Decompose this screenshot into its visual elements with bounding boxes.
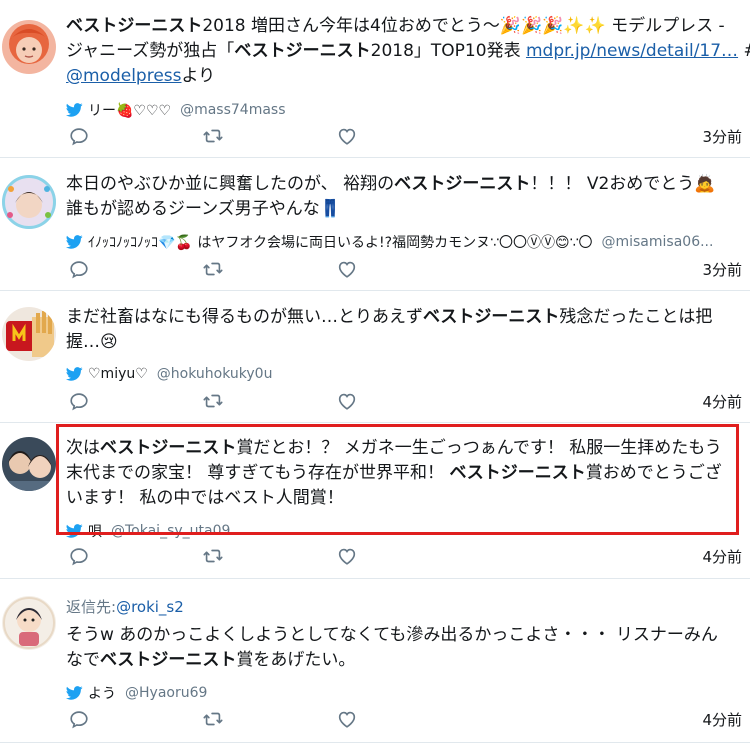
tweet-text-line: います！ 私の中ではベスト人間賞！ <box>66 486 742 511</box>
author-handle[interactable]: @misamisa06... <box>601 234 713 250</box>
highlighted-keyword: ベストジーニスト <box>449 463 586 483</box>
highlighted-keyword: ベストジーニスト <box>234 41 371 61</box>
tweet-text-segment: ジャニーズ勢が独占「 <box>66 41 235 61</box>
tweet-text-segment: より <box>181 66 216 86</box>
tweet-text-line: なでベストジーニスト賞をあげたい。 <box>66 648 742 673</box>
retweet-icon[interactable] <box>202 545 224 567</box>
tweet-author[interactable]: リー🍓♡♡♡ @mass74mass <box>65 100 286 120</box>
tweet-text-line: 次はベストジーニスト賞だとお！？ メガネ一生ごっつぁんです！ 私服一生拝めたもう <box>66 436 742 461</box>
like-icon[interactable] <box>336 545 358 567</box>
twitter-bird-icon <box>65 367 83 381</box>
twitter-bird-icon <box>65 524 83 538</box>
like-icon[interactable] <box>336 390 358 412</box>
like-icon[interactable] <box>336 708 358 730</box>
like-icon[interactable] <box>336 125 358 147</box>
tweet-link[interactable]: @modelpress <box>66 66 182 86</box>
tweet-divider <box>0 290 750 291</box>
author-display-name[interactable]: ｲﾉｯｺﾉｯｺﾉｯｺ💎🍒 はヤフオク会場に両日いるよ!?福岡勢カモンヌ∵〇〇ⓋⓋ… <box>88 232 592 252</box>
tweet-text-line: まだ社畜はなにも得るものが無い…とりあえずベストジーニスト残念だったことは把 <box>66 305 742 330</box>
retweet-icon[interactable] <box>202 390 224 412</box>
tweet-text-segment: ！！！ V2おめでとう🙇 <box>530 174 716 194</box>
tweet-text-segment: 賞だとお！？ メガネ一生ごっつぁんです！ 私服一生拝めたもう <box>236 438 722 458</box>
tweet-text-segment: 末代までの家宝！ 尊すぎてもう存在が世界平和！ <box>66 463 450 483</box>
tweet-actions: 4分前 <box>66 390 746 412</box>
tweet-text-line: 本日のやぶひか並に興奮したのが、 裕翔のベストジーニスト！！！ V2おめでとう🙇 <box>66 172 742 197</box>
highlighted-keyword: ベストジーニスト <box>423 307 560 327</box>
twitter-bird-icon <box>65 103 83 117</box>
user-avatar[interactable] <box>2 307 56 361</box>
tweet-text-segment: そうw あのかっこよくしようとしてなくても滲み出るかっこよさ・・・ リスナーみん <box>66 625 718 645</box>
tweet-timestamp[interactable]: 4分前 <box>702 709 742 730</box>
tweet-text-segment: います！ 私の中ではベスト人間賞！ <box>66 488 344 508</box>
twitter-bird-icon <box>65 235 83 249</box>
reply-icon[interactable] <box>68 545 90 567</box>
tweet-author[interactable]: ♡miyu♡ @hokuhokuky0u <box>65 366 273 382</box>
highlighted-keyword: ベストジーニスト <box>100 438 237 458</box>
tweet-timestamp[interactable]: 3分前 <box>702 259 742 280</box>
tweet-link[interactable]: mdpr.jp/news/detail/17… <box>526 41 738 61</box>
tweet-text-segment: なで <box>66 650 100 670</box>
highlighted-keyword: ベストジーニスト <box>394 174 531 194</box>
reply-icon[interactable] <box>68 258 90 280</box>
retweet-icon[interactable] <box>202 708 224 730</box>
tweet-author[interactable]: ｲﾉｯｺﾉｯｺﾉｯｺ💎🍒 はヤフオク会場に両日いるよ!?福岡勢カモンヌ∵〇〇ⓋⓋ… <box>65 232 713 252</box>
tweet-text-segment: 握…😢 <box>66 332 118 352</box>
tweet-actions: 3分前 <box>66 125 746 147</box>
reply-icon[interactable] <box>68 125 90 147</box>
tweet-divider <box>0 157 750 158</box>
tweet-text-segment: 残念だったことは把 <box>559 307 713 327</box>
tweet-text-segment: まだ社畜はなにも得るものが無い…とりあえず <box>66 307 423 327</box>
tweet-text-line: 末代までの家宝！ 尊すぎてもう存在が世界平和！ ベストジーニスト賞おめでとうござ <box>66 461 742 486</box>
reply-to-handle[interactable]: @roki_s2 <box>116 598 184 616</box>
highlighted-keyword: ベストジーニスト <box>100 650 237 670</box>
tweet-divider <box>0 422 750 423</box>
tweet-timestamp[interactable]: 4分前 <box>702 391 742 412</box>
author-handle[interactable]: @Tokai_sy_uta09 <box>111 523 230 539</box>
twitter-bird-icon <box>65 686 83 700</box>
tweet-author[interactable]: よう @Hyaoru69 <box>65 683 207 703</box>
user-avatar[interactable] <box>2 20 56 74</box>
tweet-timestamp[interactable]: 4分前 <box>702 546 742 567</box>
tweet-text-line: 握…😢 <box>66 330 742 355</box>
tweet-author[interactable]: 唄 @Tokai_sy_uta09 <box>65 521 230 541</box>
author-display-name[interactable]: ♡miyu♡ <box>88 366 148 382</box>
tweet-text-segment: 2018 増田さん今年は4位おめでとう〜🎉🎉🎉✨✨ モデルプレス - <box>202 16 725 36</box>
tweet-divider <box>0 742 750 743</box>
author-handle[interactable]: @hokuhokuky0u <box>157 366 273 382</box>
tweet-text-segment: 本日のやぶひか並に興奮したのが、 裕翔の <box>66 174 395 194</box>
reply-icon[interactable] <box>68 390 90 412</box>
reply-prefix: 返信先: <box>66 598 117 616</box>
reply-icon[interactable] <box>68 708 90 730</box>
author-display-name[interactable]: 唄 <box>88 521 102 541</box>
tweet-text-line: ジャニーズ勢が独占「ベストジーニスト2018」TOP10発表 mdpr.jp/n… <box>66 39 750 64</box>
author-handle[interactable]: @mass74mass <box>180 102 285 118</box>
tweet-text-line: ベストジーニスト2018 増田さん今年は4位おめでとう〜🎉🎉🎉✨✨ モデルプレス… <box>66 14 742 39</box>
tweet-actions: 4分前 <box>66 708 746 730</box>
tweet-divider <box>0 578 750 579</box>
tweet-text-segment: 次は <box>66 438 100 458</box>
user-avatar[interactable] <box>2 596 56 650</box>
author-display-name[interactable]: よう <box>88 683 116 703</box>
user-avatar[interactable] <box>2 175 56 229</box>
tweet-text-segment: 賞おめでとうござ <box>585 463 722 483</box>
retweet-icon[interactable] <box>202 258 224 280</box>
retweet-icon[interactable] <box>202 125 224 147</box>
tweet-text-segment: 2018」TOP10発表 <box>370 41 526 61</box>
tweet-text-line: そうw あのかっこよくしようとしてなくても滲み出るかっこよさ・・・ リスナーみん <box>66 623 742 648</box>
tweet-timestamp[interactable]: 3分前 <box>702 126 742 147</box>
like-icon[interactable] <box>336 258 358 280</box>
user-avatar[interactable] <box>2 437 56 491</box>
tweet-text-segment: 賞をあげたい。 <box>236 650 356 670</box>
tweet-actions: 3分前 <box>66 258 746 280</box>
tweet-text-line: @modelpressより <box>66 64 742 89</box>
tweet-actions: 4分前 <box>66 545 746 567</box>
tweet-text-segment: # <box>738 41 750 61</box>
author-handle[interactable]: @Hyaoru69 <box>125 685 207 701</box>
tweet-feed: ベストジーニスト2018 増田さん今年は4位おめでとう〜🎉🎉🎉✨✨ モデルプレス… <box>0 0 750 748</box>
highlighted-keyword: ベストジーニスト <box>66 16 203 36</box>
reply-to-label: 返信先:@roki_s2 <box>66 596 184 617</box>
author-display-name[interactable]: リー🍓♡♡♡ <box>88 100 171 120</box>
tweet-text-line: 誰もが認めるジーンズ男子やんな👖 <box>66 197 742 222</box>
tweet-text-segment: 誰もが認めるジーンズ男子やんな👖 <box>66 199 341 219</box>
